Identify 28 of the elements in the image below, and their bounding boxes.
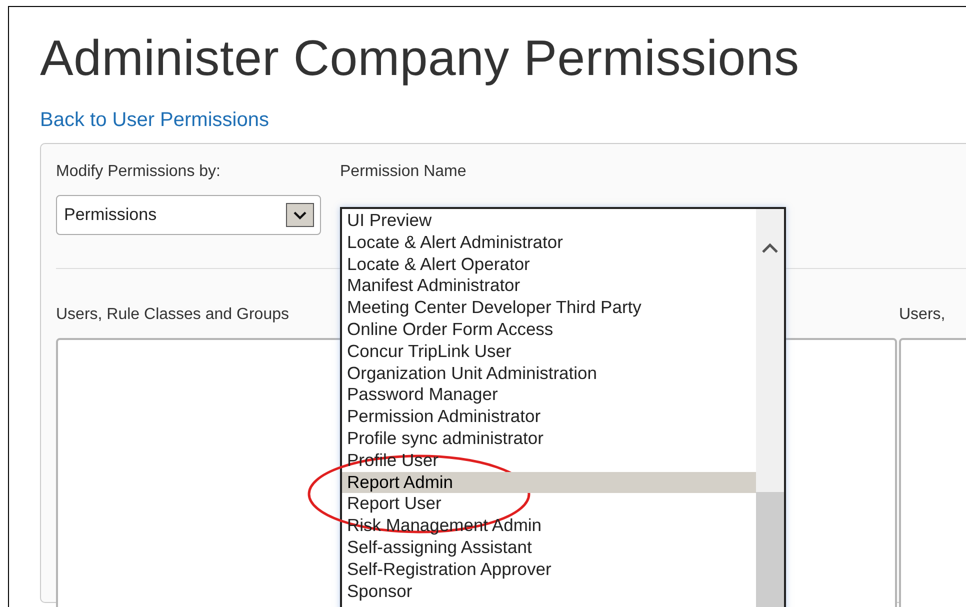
- permission-option[interactable]: Profile sync administrator: [342, 428, 756, 450]
- permission-option[interactable]: Password Manager: [342, 384, 756, 406]
- permission-option[interactable]: Organization Unit Administration: [342, 362, 756, 384]
- modify-by-select[interactable]: Permissions: [56, 195, 321, 235]
- back-link[interactable]: Back to User Permissions: [40, 109, 269, 132]
- page-title: Administer Company Permissions: [40, 29, 800, 87]
- permission-option[interactable]: Report Admin: [342, 472, 756, 494]
- permission-option[interactable]: Report User: [342, 493, 756, 516]
- permission-option[interactable]: Self-assigning Assistant: [342, 536, 756, 559]
- dropdown-icon[interactable]: [286, 203, 314, 227]
- permission-option[interactable]: Locate & Alert Operator: [342, 254, 756, 276]
- permission-option[interactable]: Sponsor: [342, 580, 756, 602]
- permission-option[interactable]: Locate & Alert Administrator: [342, 232, 756, 254]
- permission-option[interactable]: UI Preview: [342, 210, 756, 232]
- permission-option[interactable]: Permission Administrator: [342, 406, 756, 428]
- permission-option[interactable]: Meeting Center Developer Third Party: [342, 297, 756, 319]
- panel-label: Users,: [899, 305, 946, 325]
- scroll-up-icon[interactable]: [761, 243, 779, 254]
- field-label: Permission Name: [340, 162, 466, 182]
- scrollbar[interactable]: [756, 209, 784, 607]
- permission-option[interactable]: Manifest Administrator: [342, 275, 756, 298]
- scrollbar-thumb[interactable]: [756, 492, 784, 607]
- permission-option[interactable]: Concur TripLink User: [342, 340, 756, 363]
- permission-dropdown-list[interactable]: [340, 207, 786, 607]
- field-label: Modify Permissions by:: [56, 162, 220, 182]
- permission-option[interactable]: Self-Registration Approver: [342, 558, 756, 581]
- panel-label: Users, Rule Classes and Groups: [56, 305, 289, 325]
- permission-option[interactable]: Online Order Form Access: [342, 318, 756, 341]
